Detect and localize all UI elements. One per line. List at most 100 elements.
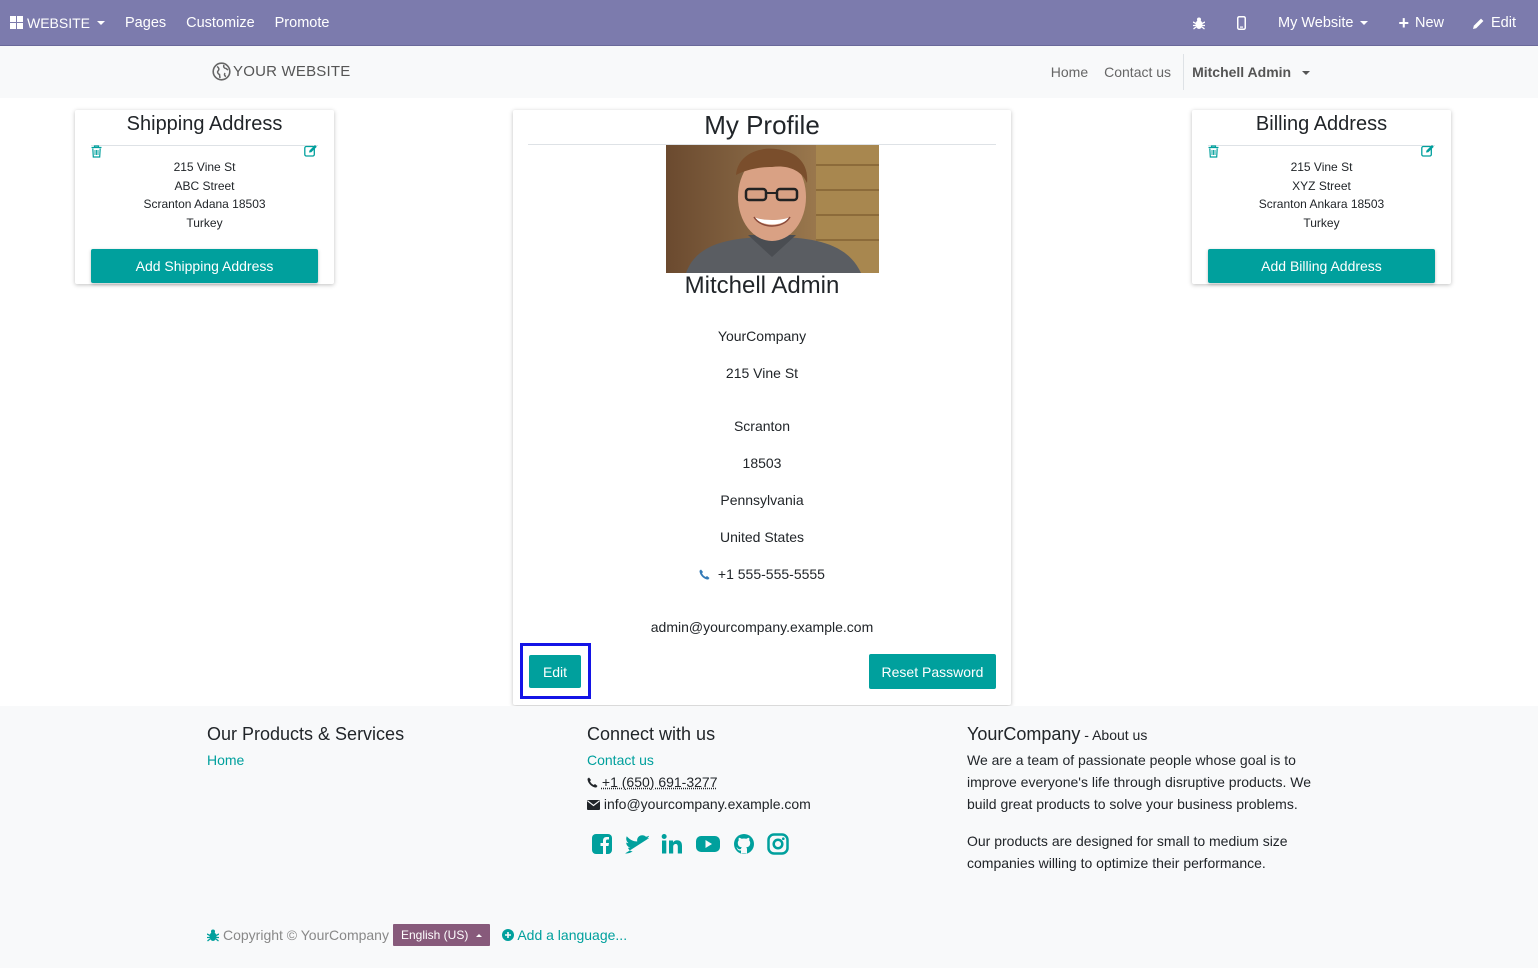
footer-about-title-row: YourCompany - About us	[967, 724, 1317, 745]
instagram-icon[interactable]	[767, 833, 789, 858]
phone-icon	[699, 569, 710, 580]
profile-title: My Profile	[704, 110, 820, 140]
admin-topbar: WEBSITE Pages Customize Promote My Websi…	[0, 0, 1538, 46]
footer-about-column: YourCompany - About us We are a team of …	[967, 724, 1317, 874]
shipping-address-lines: 215 Vine St ABC Street Scranton Adana 18…	[75, 158, 334, 232]
menu-pages[interactable]: Pages	[115, 0, 176, 46]
chevron-down-icon	[1302, 71, 1310, 76]
language-label: English (US)	[400, 928, 469, 942]
profile-phone-row: +1 555-555-5555	[513, 566, 1011, 582]
mobile-preview-button[interactable]	[1227, 0, 1268, 46]
website-logo[interactable]: YOUR WEBSITE	[212, 62, 350, 81]
mobile-icon	[1236, 16, 1246, 30]
website-app-menu[interactable]: WEBSITE	[0, 0, 115, 46]
copyright-bar: Copyright © YourCompany English (US) Add…	[207, 924, 627, 946]
address-line: ABC Street	[174, 178, 235, 193]
menu-customize[interactable]: Customize	[176, 0, 265, 46]
divider	[91, 145, 318, 146]
site-footer: Our Products & Services Home Connect wit…	[0, 706, 1538, 968]
footer-connect-column: Connect with us Contact us +1 (650) 691-…	[587, 724, 811, 858]
chevron-down-icon	[1360, 21, 1369, 25]
profile-email: admin@yourcompany.example.com	[650, 619, 874, 635]
footer-about-paragraph: Our products are designed for small to m…	[967, 833, 1288, 871]
website-app-label: WEBSITE	[27, 14, 91, 31]
copyright-text: Copyright © YourCompany	[223, 927, 389, 943]
profile-company: YourCompany	[717, 328, 807, 344]
address-line: 215 Vine St	[173, 160, 236, 174]
pencil-icon	[1473, 18, 1484, 29]
address-line: Scranton Adana 18503	[143, 197, 266, 212]
edit-icon[interactable]	[304, 144, 318, 157]
add-billing-address-button[interactable]: Add Billing Address	[1208, 249, 1435, 283]
profile-country: United States	[719, 529, 805, 545]
address-line: XYZ Street	[1292, 178, 1351, 193]
footer-email-row: info@yourcompany.example.com	[587, 793, 811, 815]
edit-page-label: Edit	[1491, 15, 1516, 31]
footer-about-link[interactable]: About us	[1092, 727, 1147, 743]
edit-page-button[interactable]: Edit	[1462, 0, 1526, 46]
add-shipping-address-button[interactable]: Add Shipping Address	[91, 249, 318, 283]
plus-circle-icon	[502, 929, 515, 941]
address-line: Turkey	[1303, 215, 1340, 230]
chevron-down-icon	[97, 20, 106, 25]
footer-phone-row: +1 (650) 691-3277	[587, 771, 811, 793]
twitter-icon[interactable]	[625, 833, 650, 858]
trash-icon[interactable]	[1208, 145, 1219, 158]
profile-card: My Profile Mitchell Admin YourCompany 21…	[513, 110, 1011, 705]
profile-name: Mitchell Admin	[684, 272, 840, 299]
add-language-link[interactable]: Add a language...	[502, 927, 627, 943]
shipping-address-title: Shipping Address	[126, 113, 283, 135]
address-line: Scranton Ankara 18503	[1258, 197, 1385, 212]
footer-email: info@yourcompany.example.com	[603, 796, 811, 812]
billing-address-card: Billing Address 215 Vine St XYZ Street S…	[1192, 110, 1451, 284]
footer-company-name: YourCompany	[967, 724, 1081, 744]
profile-state: Pennsylvania	[720, 492, 804, 508]
reset-password-button[interactable]: Reset Password	[869, 654, 996, 689]
edit-button-highlight	[520, 643, 591, 699]
footer-connect-title: Connect with us	[587, 724, 716, 744]
profile-avatar	[666, 145, 879, 273]
billing-address-title: Billing Address	[1255, 113, 1388, 135]
website-navbar: YOUR WEBSITE Home Contact us Mitchell Ad…	[0, 46, 1538, 98]
envelope-icon	[587, 800, 600, 810]
chevron-up-icon	[476, 933, 483, 937]
address-line: 215 Vine St	[1290, 160, 1353, 174]
language-selector[interactable]: English (US)	[392, 924, 491, 946]
shipping-address-card: Shipping Address 215 Vine St ABC Street …	[75, 110, 334, 284]
new-button-label: New	[1414, 15, 1444, 31]
menu-promote[interactable]: Promote	[265, 0, 340, 46]
youtube-icon[interactable]	[695, 833, 721, 858]
debug-button[interactable]	[1183, 0, 1227, 46]
nav-contact-link[interactable]: Contact us	[1096, 64, 1179, 80]
footer-home-link[interactable]: Home	[207, 749, 404, 771]
profile-zip: 18503	[742, 455, 782, 471]
profile-street: 215 Vine St	[725, 365, 799, 381]
footer-about-text: We are a team of passionate people whose…	[967, 749, 1317, 874]
user-menu[interactable]: Mitchell Admin	[1184, 64, 1310, 80]
linkedin-icon[interactable]	[661, 833, 683, 858]
edit-icon[interactable]	[1421, 144, 1435, 157]
divider	[1208, 145, 1435, 146]
footer-phone: +1 (650) 691-3277	[601, 774, 718, 790]
bug-icon	[207, 929, 219, 942]
apps-grid-icon	[10, 16, 23, 29]
footer-contact-link[interactable]: Contact us	[587, 749, 811, 771]
logo-text: YOUR WEBSITE	[233, 63, 351, 80]
footer-title-separator: -	[1080, 727, 1093, 743]
nav-home-link[interactable]: Home	[1043, 64, 1096, 80]
website-selector[interactable]: My Website	[1268, 0, 1388, 46]
footer-products-title: Our Products & Services	[207, 724, 405, 744]
billing-address-lines: 215 Vine St XYZ Street Scranton Ankara 1…	[1192, 158, 1451, 232]
bug-icon	[1192, 17, 1205, 30]
trash-icon[interactable]	[91, 145, 102, 158]
footer-products-column: Our Products & Services Home	[207, 724, 404, 771]
phone-icon	[587, 777, 598, 788]
address-line: Turkey	[186, 215, 223, 230]
profile-city: Scranton	[733, 418, 791, 434]
social-icons	[591, 833, 811, 858]
new-button[interactable]: + New	[1388, 0, 1462, 46]
facebook-icon[interactable]	[591, 833, 613, 858]
profile-phone: +1 555-555-5555	[717, 566, 825, 582]
github-icon[interactable]	[733, 833, 755, 858]
footer-about-paragraph: We are a team of passionate people whose…	[967, 752, 1312, 812]
